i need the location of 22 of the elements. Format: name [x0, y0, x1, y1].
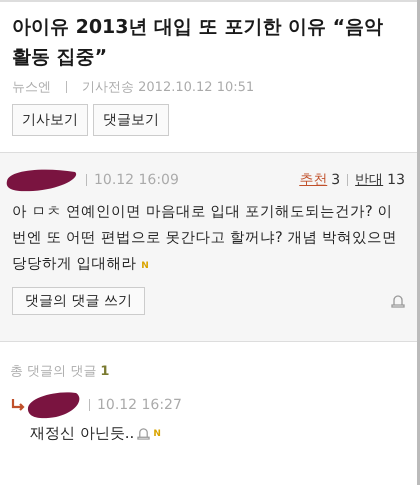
news-source: 뉴스엔 — [12, 79, 51, 96]
siren-icon[interactable] — [137, 427, 150, 440]
siren-icon[interactable] — [391, 294, 405, 308]
new-mark: N — [153, 428, 161, 438]
redaction-scribble — [26, 390, 82, 420]
like-link[interactable]: 추천 — [299, 171, 328, 189]
article-title: 아이유 2013년 대입 또 포기한 이유 “음악 활동 집중” — [12, 15, 384, 70]
sent-time: 기사전송 2012.10.12 10:51 — [82, 79, 254, 96]
comment-text: 아 ㅁㅊ 연예인이면 마음대로 입대 포기해도되는건가? 이번엔 또 어떤 편법으로 못간다고 할꺼냐? 개념 박혀있으면 당당하게 입대해라 N — [12, 203, 398, 274]
reply-button[interactable]: 댓글의 댓글 쓰기 — [12, 287, 145, 315]
reply-arrow-icon — [10, 398, 26, 412]
view-button[interactable]: 기사보기 — [12, 104, 88, 136]
dislike-count: 13 — [387, 172, 405, 188]
view-button[interactable]: 댓글보기 — [93, 104, 169, 136]
comment-time: 10.12 16:09 — [94, 172, 179, 188]
like-count: 3 — [331, 172, 340, 188]
dislike-link[interactable]: 반대 — [355, 171, 384, 189]
reply-time: 10.12 16:27 — [97, 397, 182, 413]
new-mark: N — [141, 261, 149, 271]
reply-text: 재정신 아닌듯.. — [30, 424, 134, 443]
replies-count: 1 — [100, 364, 110, 379]
replies-label: 총 댓글의 댓글 — [10, 364, 96, 379]
